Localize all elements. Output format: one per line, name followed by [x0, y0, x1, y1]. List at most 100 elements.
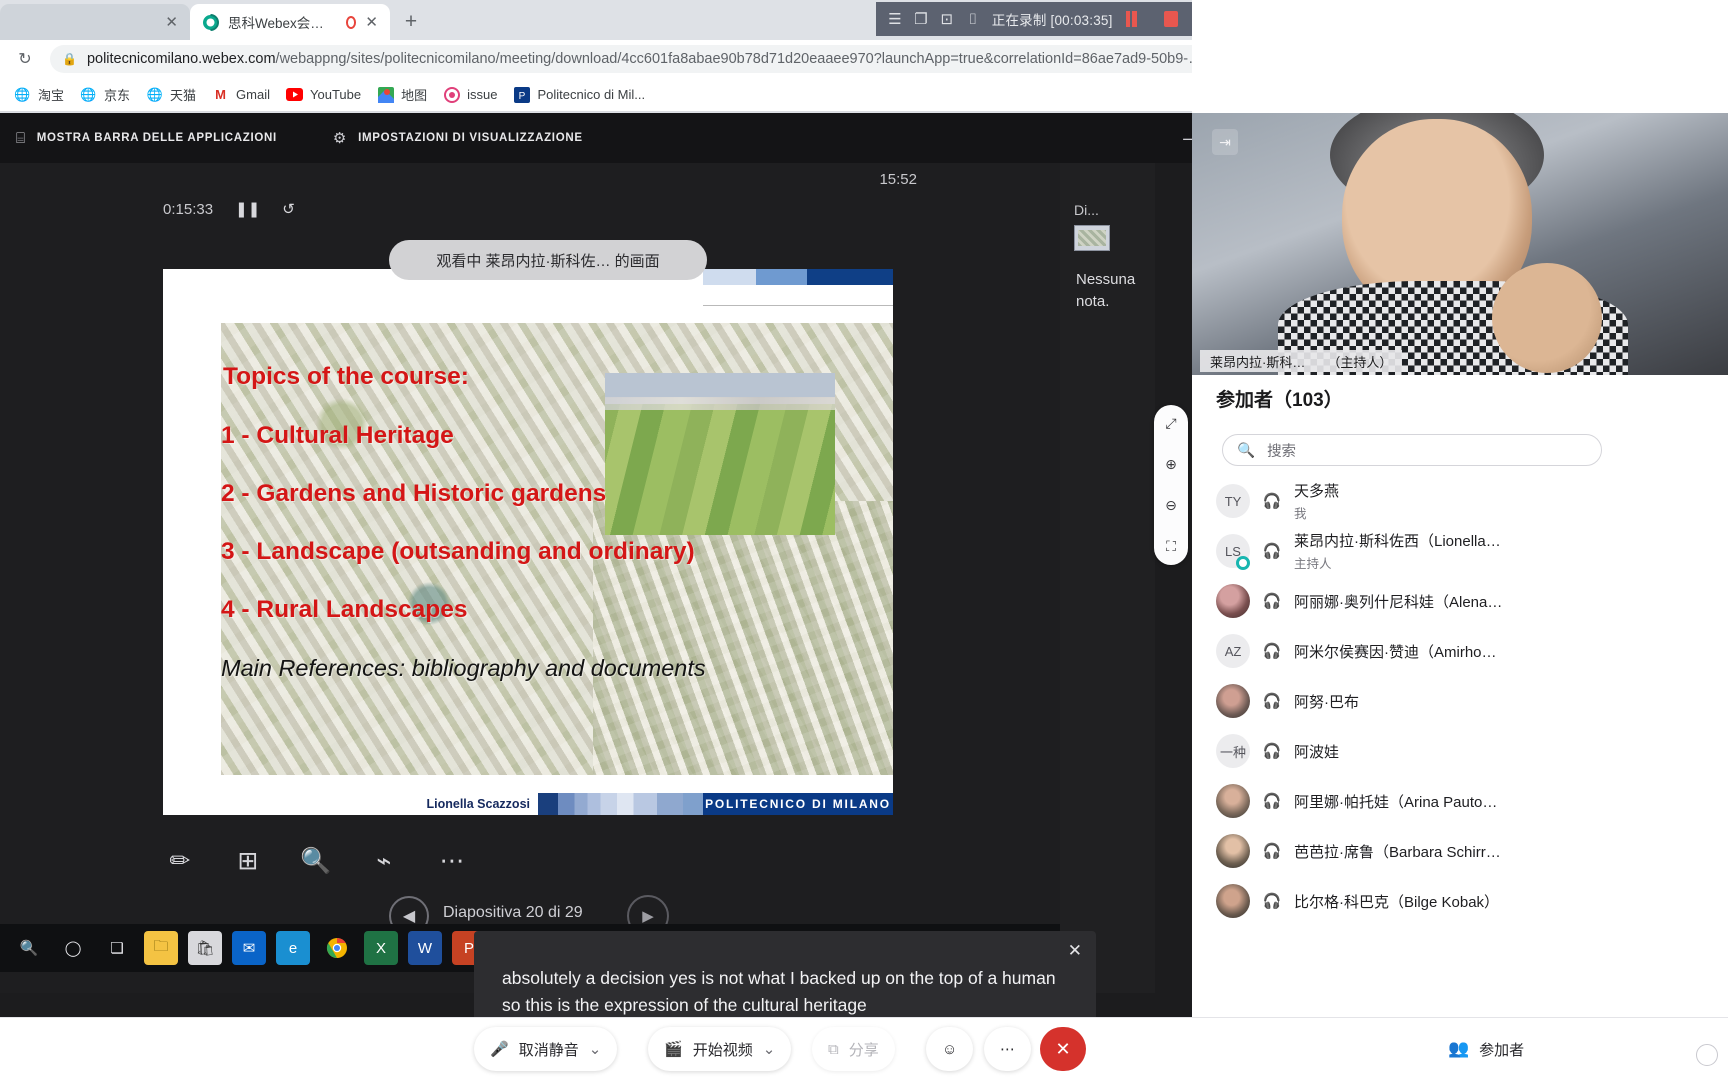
menu-icon[interactable]: ☰	[882, 10, 908, 28]
participant-meta: 阿丽娜·奥列什尼科娃（Alena…	[1294, 591, 1502, 612]
headset-icon: 🎧	[1262, 793, 1282, 810]
chrome-browser-window: ✕ 思科Webex会议-开始会议 ✕ + ☰ ❐ ⊡ ⌷ 正在录制 [00:03…	[0, 0, 1728, 1080]
display-settings-button[interactable]: ⚙ IMPOSTAZIONI DI VISUALIZZAZIONE	[333, 129, 583, 147]
browser-tab-active[interactable]: 思科Webex会议-开始会议 ✕	[190, 4, 390, 40]
chevron-down-icon[interactable]: ⌄	[763, 1040, 776, 1058]
url-path: /webappng/sites/politecnicomilano/meetin…	[275, 51, 1203, 67]
more-options-button[interactable]: ⋯	[984, 1027, 1031, 1071]
participant-meta: 阿里娜·帕托娃（Arina Pauto…	[1294, 791, 1497, 812]
participant-row[interactable]: 🎧 阿里娜·帕托娃（Arina Pauto…	[1216, 776, 1728, 826]
participant-row[interactable]: 🎧 芭芭拉·席鲁（Barbara Schirr…	[1216, 826, 1728, 876]
more-icon[interactable]: ⋯	[435, 844, 469, 878]
search-icon[interactable]: 🔍	[12, 931, 46, 965]
excel-icon[interactable]: X	[364, 931, 398, 965]
bookmark-item[interactable]: 🌐 天猫	[138, 82, 204, 107]
fullscreen-capture-icon[interactable]: ⌷	[960, 11, 986, 28]
participant-row[interactable]: AZ 🎧 阿米尔侯赛因·赞迪（Amirho…	[1216, 626, 1728, 676]
pause-icon[interactable]	[1125, 11, 1138, 27]
bookmark-label: 天猫	[170, 88, 197, 103]
participants-button[interactable]: 👥 参加者	[1448, 1027, 1524, 1071]
panel-toggle-icon[interactable]	[1696, 1044, 1718, 1066]
taskview-icon[interactable]: ❏	[100, 931, 134, 965]
slide-title: Topics of the course:	[223, 363, 469, 390]
participant-row[interactable]: LS 🎧 莱昂内拉·斯科佐西（Lionella… 主持人	[1216, 526, 1728, 576]
lock-icon: 🔒	[62, 52, 77, 66]
headset-icon: 🎧	[1262, 743, 1282, 760]
pause-icon[interactable]: ❚❚	[235, 200, 260, 218]
window-capture-icon[interactable]: ⊡	[934, 10, 960, 28]
avatar: AZ	[1216, 634, 1250, 668]
active-speaker-video[interactable]	[1192, 113, 1728, 375]
participant-meta: 天多燕 我	[1294, 480, 1339, 522]
zoom-out-icon[interactable]: ⊖	[1165, 497, 1177, 514]
participant-row[interactable]: 🎧 阿努·巴布	[1216, 676, 1728, 726]
cortana-icon[interactable]: ◯	[56, 931, 90, 965]
collapse-right-icon[interactable]: ⇥	[1212, 129, 1238, 155]
mail-icon[interactable]: ✉	[232, 931, 266, 965]
url-host: politecnicomilano.webex.com	[86, 51, 276, 67]
people-icon: 👥	[1448, 1039, 1470, 1058]
zoom-in-icon[interactable]: ⊕	[1165, 456, 1177, 473]
svg-text:P: P	[519, 91, 526, 102]
browser-tab-inactive[interactable]: ✕	[0, 4, 190, 40]
avatar	[1216, 834, 1250, 868]
participant-row[interactable]: 🎧 阿丽娜·奥列什尼科娃（Alena…	[1216, 576, 1728, 626]
participant-row[interactable]: 🎧 比尔格·科巴克（Bilge Kobak）	[1216, 876, 1728, 926]
participant-row[interactable]: 一种 🎧 阿波娃	[1216, 726, 1728, 776]
explorer-icon[interactable]: 🗀	[144, 931, 178, 965]
bookmark-label: Gmail	[236, 87, 270, 102]
participant-meta: 阿努·巴布	[1294, 691, 1359, 712]
participant-row[interactable]: TY 🎧 天多燕 我	[1216, 476, 1728, 526]
participant-name: 芭芭拉·席鲁（Barbara Schirr…	[1294, 843, 1501, 861]
presentation-slide[interactable]: Topics of the course: 1 - Cultural Herit…	[163, 269, 893, 815]
close-icon[interactable]: ✕	[1068, 941, 1082, 961]
bookmark-item[interactable]: P Politecnico di Mil...	[505, 83, 653, 106]
bookmark-item[interactable]: 地图	[369, 82, 435, 107]
slide-item: 4 - Rural Landscapes	[221, 596, 468, 623]
participant-meta: 阿波娃	[1294, 741, 1339, 762]
fullscreen-icon[interactable]: ⛶	[1166, 538, 1176, 555]
slide-item: 1 - Cultural Heritage	[221, 422, 454, 449]
share-label: 分享	[848, 1041, 879, 1059]
slide-top-strip	[703, 269, 893, 285]
show-taskbar-button[interactable]: ⌸ MOSTRA BARRA DELLE APPLICAZIONI	[16, 130, 277, 147]
bookmark-item[interactable]: issue	[435, 83, 505, 106]
bookmark-item[interactable]: YouTube	[278, 83, 369, 106]
new-tab-button[interactable]: +	[396, 7, 426, 37]
player-current-time: 0:15:33	[163, 200, 214, 218]
search-icon[interactable]: 🔍	[299, 844, 333, 878]
start-video-button[interactable]: 🎬 开始视频 ⌄	[648, 1027, 792, 1071]
end-call-button[interactable]: ✕	[1040, 1027, 1086, 1071]
bookmark-item[interactable]: 🌐 淘宝	[6, 82, 72, 107]
laser-pointer-icon[interactable]: ⌁	[367, 844, 401, 878]
reload-icon[interactable]: ↻	[8, 44, 42, 74]
participants-label: 参加者	[1479, 1041, 1525, 1059]
fit-icon[interactable]: ⤢	[1165, 415, 1176, 432]
region-icon[interactable]: ❐	[908, 10, 934, 28]
store-icon[interactable]: 🛍	[188, 931, 222, 965]
chrome-icon[interactable]	[320, 931, 354, 965]
reactions-button[interactable]: ☺	[926, 1027, 974, 1071]
stop-icon[interactable]	[1163, 11, 1179, 27]
gmail-icon: M	[215, 87, 226, 102]
edge-icon[interactable]: e	[276, 931, 310, 965]
mute-button[interactable]: 🎤 取消静音 ⌄	[474, 1027, 618, 1071]
search-input[interactable]: 🔍 搜索	[1222, 434, 1602, 466]
shapes-icon[interactable]: ⊞	[231, 844, 265, 878]
bookmark-item[interactable]: 🌐 京东	[72, 82, 138, 107]
caption-text: absolutely a decision yes is not what I …	[502, 968, 1056, 1015]
bookmark-item[interactable]: M Gmail	[204, 83, 278, 106]
headset-icon: 🎧	[1262, 543, 1282, 560]
close-icon[interactable]: ✕	[365, 15, 378, 30]
close-icon[interactable]: ✕	[165, 15, 178, 30]
slide-thumbnail[interactable]	[1074, 225, 1110, 251]
headset-icon: 🎧	[1262, 893, 1282, 910]
word-icon[interactable]: W	[408, 931, 442, 965]
notes-text: Nessuna nota.	[1076, 271, 1136, 310]
participant-meta: 阿米尔侯赛因·赞迪（Amirho…	[1294, 641, 1497, 662]
pen-icon[interactable]: ✏	[163, 844, 197, 878]
chevron-down-icon[interactable]: ⌄	[589, 1040, 602, 1058]
participants-list: TY 🎧 天多燕 我 LS 🎧 莱昂内拉·斯科佐西（Lionella… 主持人 …	[1216, 476, 1728, 926]
share-button[interactable]: ⧉ 分享	[812, 1027, 895, 1071]
replay-icon[interactable]: ↺	[282, 200, 295, 218]
